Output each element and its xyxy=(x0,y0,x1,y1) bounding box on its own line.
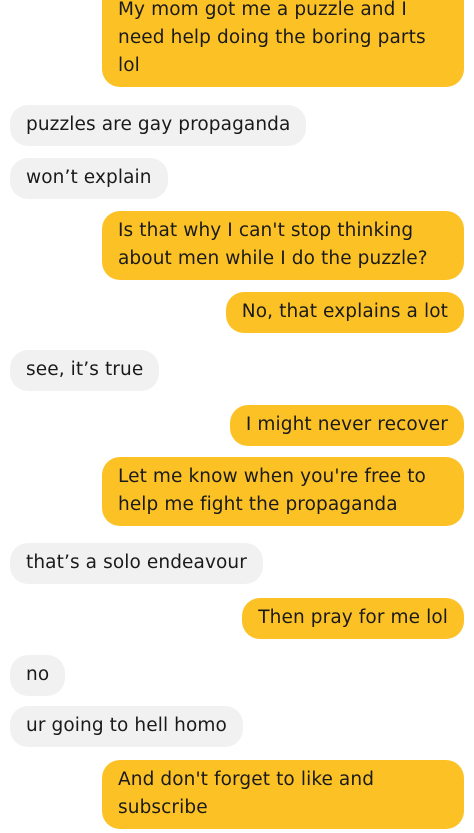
message-thread: My mom got me a puzzle and I need help d… xyxy=(0,0,474,833)
sent-message-bubble[interactable]: Then pray for me lol xyxy=(242,598,464,639)
received-message-bubble[interactable]: that’s a solo endeavour xyxy=(10,543,263,584)
received-message-bubble[interactable]: no xyxy=(10,655,66,696)
sent-message-bubble[interactable]: And don't forget to like and subscribe xyxy=(102,760,464,829)
sent-message-bubble[interactable]: My mom got me a puzzle and I need help d… xyxy=(102,0,464,87)
sent-message-bubble[interactable]: Is that why I can't stop thinking about … xyxy=(102,211,464,280)
sent-message-bubble[interactable]: I might never recover xyxy=(229,405,464,446)
sent-message-bubble[interactable]: Let me know when you're free to help me … xyxy=(102,457,464,526)
received-message-bubble[interactable]: won’t explain xyxy=(10,158,168,199)
received-message-bubble[interactable]: see, it’s true xyxy=(10,350,160,391)
received-message-bubble[interactable]: puzzles are gay propaganda xyxy=(10,105,307,146)
sent-message-bubble[interactable]: No, that explains a lot xyxy=(225,292,464,333)
received-message-bubble[interactable]: ur going to hell homo xyxy=(10,706,243,747)
